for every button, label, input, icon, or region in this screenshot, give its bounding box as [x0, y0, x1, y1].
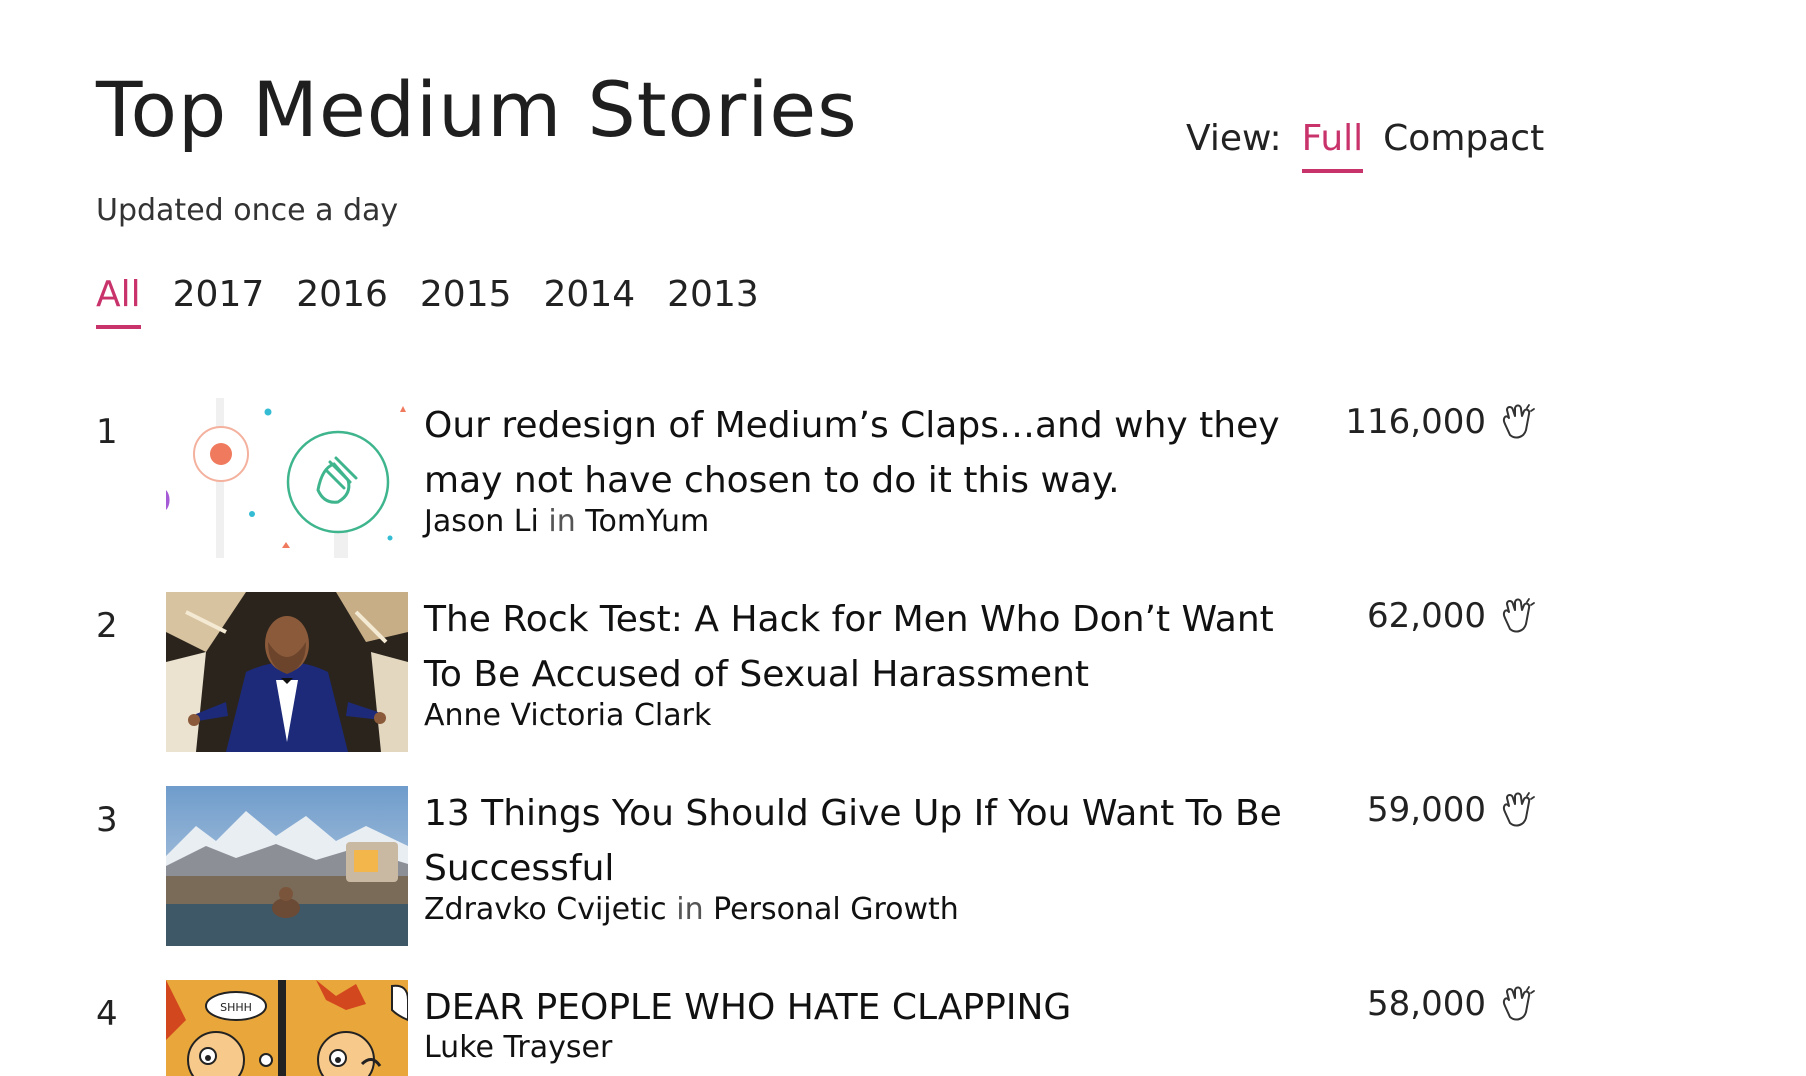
story-author[interactable]: Jason Li: [424, 504, 539, 539]
story-in-label: in: [676, 892, 704, 927]
story-byline: Anne Victoria Clark: [424, 698, 711, 733]
story-thumbnail[interactable]: [166, 592, 408, 752]
year-tab-2016[interactable]: 2016: [296, 274, 388, 329]
story-rank: 4: [96, 994, 118, 1034]
story-claps: 59,000: [1286, 790, 1536, 830]
story-rank: 3: [96, 800, 118, 840]
view-toggle: View: Full Compact: [1186, 118, 1544, 173]
story-author[interactable]: Anne Victoria Clark: [424, 698, 711, 733]
clap-count: 62,000: [1367, 596, 1486, 636]
year-tab-all[interactable]: All: [96, 274, 141, 329]
year-tab-2013[interactable]: 2013: [667, 274, 759, 329]
story-in-label: in: [548, 504, 576, 539]
story-title[interactable]: The Rock Test: A Hack for Men Who Don’t …: [424, 592, 1304, 702]
story-claps: 58,000: [1286, 984, 1536, 1024]
story-byline: Jason Li in TomYum: [424, 504, 709, 539]
story-author[interactable]: Zdravko Cvijetic: [424, 892, 667, 927]
story-publication[interactable]: TomYum: [585, 504, 709, 539]
story-claps: 62,000: [1286, 596, 1536, 636]
year-filter: All 2017 2016 2015 2014 2013: [96, 274, 759, 329]
story-item: 3 13 Things You Should Give Up If You Wa…: [96, 786, 1546, 958]
clap-icon[interactable]: [1496, 596, 1536, 636]
story-claps: 116,000: [1286, 402, 1536, 442]
story-title[interactable]: Our redesign of Medium’s Claps…and why t…: [424, 398, 1304, 508]
page-subtitle: Updated once a day: [96, 193, 399, 228]
svg-text:SHHH: SHHH: [220, 1001, 252, 1014]
year-tab-2015[interactable]: 2015: [420, 274, 512, 329]
story-thumbnail[interactable]: [166, 398, 408, 558]
clap-icon[interactable]: [1496, 984, 1536, 1024]
story-byline: Luke Trayser: [424, 1030, 612, 1065]
view-label: View:: [1186, 118, 1282, 159]
story-byline: Zdravko Cvijetic in Personal Growth: [424, 892, 959, 927]
view-option-compact[interactable]: Compact: [1383, 118, 1544, 173]
story-title[interactable]: 13 Things You Should Give Up If You Want…: [424, 786, 1304, 896]
clap-count: 116,000: [1345, 402, 1486, 442]
clap-icon[interactable]: [1496, 790, 1536, 830]
story-item: 1 Our redesign of Medium’s Claps…and why…: [96, 398, 1546, 570]
story-thumbnail[interactable]: [166, 786, 408, 946]
story-author[interactable]: Luke Trayser: [424, 1030, 612, 1065]
view-option-full[interactable]: Full: [1301, 118, 1364, 173]
story-rank: 1: [96, 412, 118, 452]
story-thumbnail[interactable]: SHHH: [166, 980, 408, 1076]
story-item: 4 SHHH DEAR PEOPLE WHO HATE CLAPPING Luk…: [96, 980, 1546, 1076]
page-title: Top Medium Stories: [96, 65, 858, 154]
clap-icon[interactable]: [1496, 402, 1536, 442]
story-publication[interactable]: Personal Growth: [713, 892, 959, 927]
year-tab-2014[interactable]: 2014: [544, 274, 636, 329]
year-tab-2017[interactable]: 2017: [173, 274, 265, 329]
story-rank: 2: [96, 606, 118, 646]
clap-count: 59,000: [1367, 790, 1486, 830]
story-item: 2 The Rock Test: A Hack for Men Who Don’…: [96, 592, 1546, 764]
clap-count: 58,000: [1367, 984, 1486, 1024]
story-title[interactable]: DEAR PEOPLE WHO HATE CLAPPING: [424, 980, 1304, 1035]
